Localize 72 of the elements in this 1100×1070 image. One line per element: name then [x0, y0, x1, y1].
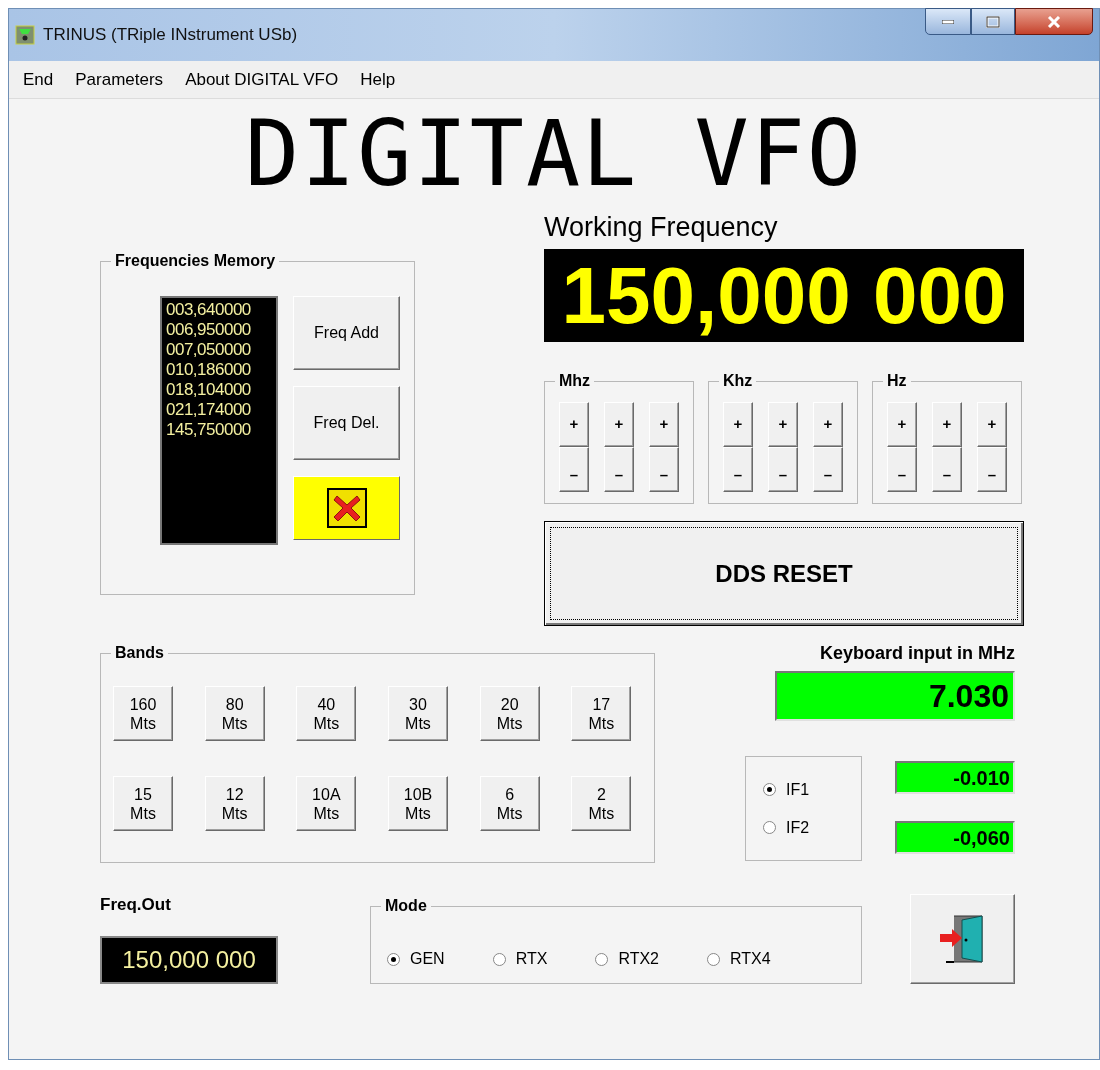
group-title: Frequencies Memory — [111, 251, 280, 271]
decrement-button[interactable]: – — [649, 447, 679, 492]
decrement-button[interactable]: – — [813, 447, 843, 492]
list-item[interactable]: 021,174000 — [166, 400, 272, 420]
decrement-button[interactable]: – — [559, 447, 589, 492]
list-item[interactable]: 018,104000 — [166, 380, 272, 400]
clear-button[interactable] — [293, 476, 400, 540]
radio-button[interactable]: GEN — [387, 935, 445, 983]
keyboard-input-label: Keyboard input in MHz — [820, 642, 1015, 665]
decrement-button[interactable]: – — [604, 447, 634, 492]
menu-item[interactable]: Help — [360, 66, 396, 93]
list-item[interactable]: 145,750000 — [166, 420, 272, 440]
increment-button[interactable]: + — [887, 402, 917, 447]
band-button[interactable]: 30 Mts — [388, 686, 448, 741]
minimize-button[interactable] — [925, 8, 971, 35]
close-icon — [1047, 15, 1061, 28]
list-item[interactable]: 003,640000 — [166, 300, 272, 320]
band-button[interactable]: 80 Mts — [204, 686, 265, 741]
increment-button[interactable]: + — [723, 402, 753, 447]
delete-icon — [326, 488, 367, 528]
window-title: TRINUS (TRiple INstrument USb) — [43, 24, 298, 47]
radio-button[interactable]: IF2 — [763, 815, 861, 840]
radio-button[interactable]: RTX — [492, 935, 548, 983]
radio-button[interactable]: RTX4 — [707, 935, 771, 983]
freq-out-display: 150,000 000 — [100, 936, 278, 984]
list-item[interactable]: 010,186000 — [166, 360, 272, 380]
close-button[interactable] — [1015, 8, 1093, 35]
working-frequency-label: Working Frequency — [544, 211, 779, 244]
band-button[interactable]: 20 Mts — [479, 686, 540, 741]
decrement-button[interactable]: – — [932, 447, 962, 492]
band-button[interactable]: 10A Mts — [296, 776, 357, 831]
memory-button[interactable]: Freq Del. — [293, 386, 400, 460]
increment-button[interactable]: + — [604, 402, 634, 447]
app-heading: DIGITAL VFO — [245, 109, 863, 199]
increment-button[interactable]: + — [813, 402, 843, 447]
radio-button[interactable]: IF1 — [763, 777, 861, 802]
increment-button[interactable]: + — [932, 402, 962, 447]
band-button[interactable]: 10B Mts — [388, 776, 448, 831]
band-button[interactable]: 2 Mts — [571, 776, 632, 831]
band-button[interactable]: 40 Mts — [296, 686, 357, 741]
freq-out-label: Freq.Out — [100, 894, 172, 916]
menu-item[interactable]: Parameters — [75, 66, 164, 93]
increment-button[interactable]: + — [768, 402, 798, 447]
decrement-button[interactable]: – — [768, 447, 798, 492]
decrement-button[interactable]: – — [977, 447, 1007, 492]
band-button[interactable]: 12 Mts — [204, 776, 265, 831]
if-offset-field[interactable]: -0,060 — [895, 821, 1015, 854]
increment-button[interactable]: + — [977, 402, 1007, 447]
minimize-icon — [942, 19, 954, 24]
exit-button[interactable] — [910, 894, 1015, 984]
band-button[interactable]: 6 Mts — [479, 776, 540, 831]
list-item[interactable]: 007,050000 — [166, 340, 272, 360]
decrement-button[interactable]: – — [723, 447, 753, 492]
memory-button[interactable]: Freq Add — [293, 296, 400, 370]
decrement-button[interactable]: – — [887, 447, 917, 492]
frequency-list[interactable]: 003,640000 006,950000 007,050000 010,186000 018,104000 021,174000 145,750000 — [160, 296, 278, 545]
band-button[interactable]: 15 Mts — [113, 776, 173, 831]
maximize-icon — [986, 15, 1000, 28]
increment-button[interactable]: + — [649, 402, 679, 447]
frequency-value: 150,000 000 — [561, 255, 1007, 336]
increment-button[interactable]: + — [559, 402, 589, 447]
if-offset-field[interactable]: -0.010 — [895, 761, 1015, 794]
menu-item[interactable]: About DIGITAL VFO — [185, 66, 339, 93]
band-button[interactable]: 17 Mts — [571, 686, 632, 741]
keyboard-input-field[interactable]: 7.030 — [775, 671, 1015, 721]
dds-reset-button[interactable]: DDS RESET — [544, 521, 1024, 626]
band-button[interactable]: 160 Mts — [113, 686, 173, 741]
maximize-button[interactable] — [971, 8, 1015, 35]
list-item[interactable]: 006,950000 — [166, 320, 272, 340]
menu-item[interactable]: End — [23, 66, 54, 93]
radio-button[interactable]: RTX2 — [595, 935, 659, 983]
app-icon — [15, 25, 35, 45]
